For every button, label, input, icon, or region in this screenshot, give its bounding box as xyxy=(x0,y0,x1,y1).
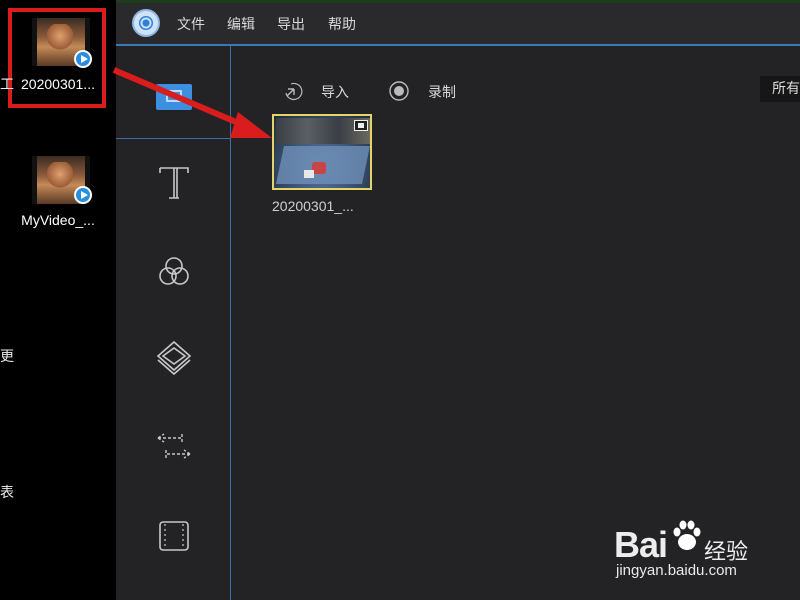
media-icon[interactable] xyxy=(156,84,192,110)
app-logo-icon[interactable] xyxy=(132,9,160,37)
transition-icon[interactable] xyxy=(154,426,194,466)
record-button[interactable]: 录制 xyxy=(428,82,456,102)
film-icon xyxy=(354,120,368,131)
thumbnail-scene xyxy=(312,162,326,174)
window-top-strip xyxy=(116,0,800,3)
menu-file[interactable]: 文件 xyxy=(177,14,205,34)
media-thumbnail[interactable] xyxy=(272,114,372,190)
paw-logo-icon xyxy=(673,520,701,550)
text-icon[interactable] xyxy=(154,162,194,202)
sort-dropdown[interactable]: 所有 xyxy=(760,76,800,102)
media-item[interactable] xyxy=(272,114,372,190)
desktop-edge-text: 工 xyxy=(0,77,14,93)
desktop-edge-text: 表 xyxy=(0,485,14,501)
media-item-name: 20200301_... xyxy=(272,198,354,214)
menu-export[interactable]: 导出 xyxy=(277,14,305,34)
filter-icon[interactable] xyxy=(154,252,194,292)
desktop-icon-label: MyVideo_... xyxy=(21,212,95,228)
overlay-icon[interactable] xyxy=(154,338,194,378)
menu-edit[interactable]: 编辑 xyxy=(227,14,255,34)
import-button[interactable]: 导入 xyxy=(321,82,349,102)
desktop-edge-text: 更 xyxy=(0,349,14,365)
baidu-jingyan-watermark: Bai 经验 jingyan.baidu.com xyxy=(612,512,800,600)
menu-help[interactable]: 帮助 xyxy=(328,14,356,34)
red-highlight-box xyxy=(8,8,106,108)
rail-item-media[interactable] xyxy=(116,46,230,139)
watermark-url: jingyan.baidu.com xyxy=(616,562,737,579)
element-icon[interactable] xyxy=(154,516,194,556)
tool-rail xyxy=(116,46,231,600)
import-icon[interactable] xyxy=(282,80,304,102)
record-icon[interactable] xyxy=(388,80,410,102)
video-editor-window: 文件 编辑 导出 帮助 导入 录制 所有 20200301_... xyxy=(116,0,800,600)
watermark-brand: Bai xyxy=(614,524,668,565)
desktop: 20200301... MyVideo_... 工 更 表 xyxy=(0,0,116,600)
play-badge-icon xyxy=(74,186,92,204)
thumbnail-scene xyxy=(304,170,314,178)
menu-bar: 文件 编辑 导出 帮助 xyxy=(116,0,800,46)
